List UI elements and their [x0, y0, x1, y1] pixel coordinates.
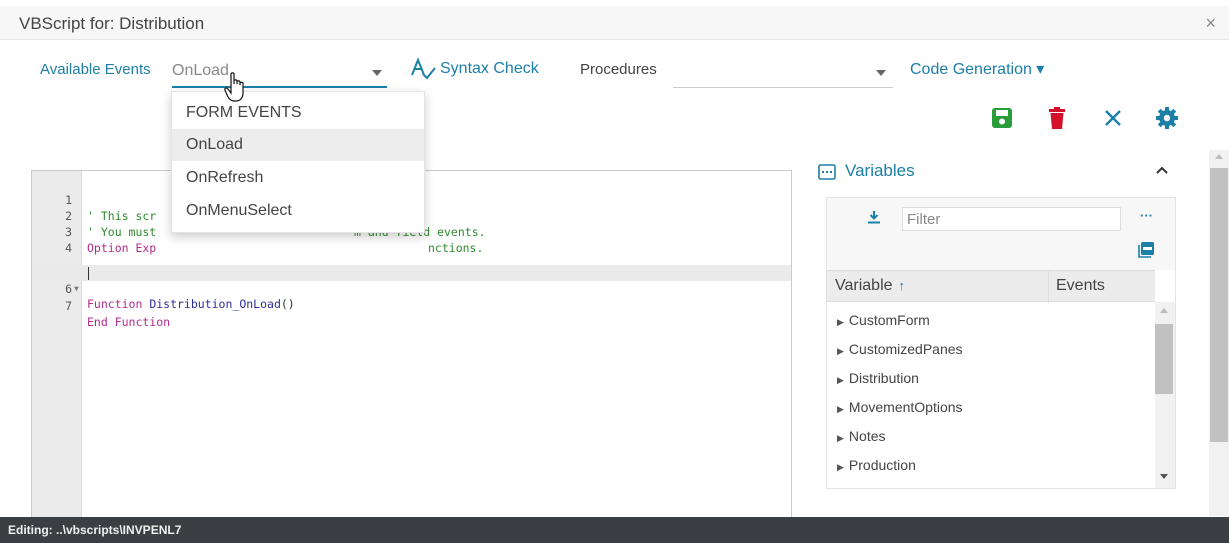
variable-row[interactable]: ▶ CustomizedPanes	[827, 335, 1155, 364]
expand-icon: ▶	[837, 433, 844, 443]
code-line[interactable]: 5 ▾ Function Distribution_OnLoad()	[32, 248, 791, 311]
code-text: End Function	[87, 315, 171, 329]
expand-icon: ▶	[837, 317, 844, 327]
delete-icon[interactable]	[1045, 106, 1069, 130]
syntax-check-button[interactable]: Syntax Check	[410, 57, 539, 81]
filter-input[interactable]	[902, 207, 1121, 231]
more-options-icon[interactable]: ···	[1140, 209, 1156, 222]
expand-icon: ▶	[837, 462, 844, 472]
variable-row[interactable]: ▶ Production	[827, 451, 1155, 480]
syntax-check-label: Syntax Check	[440, 60, 539, 78]
download-icon[interactable]	[867, 210, 881, 224]
procedures-label: Procedures	[580, 61, 657, 78]
available-events-value: OnLoad	[172, 62, 229, 79]
variables-scroll-thumb[interactable]	[1155, 324, 1173, 394]
code-generation-menu[interactable]: Code Generation ▾	[910, 59, 1044, 79]
expand-icon: ▶	[837, 346, 844, 356]
spellcheck-icon	[411, 57, 436, 80]
chevron-down-icon	[372, 70, 382, 76]
line-number: 7	[65, 299, 72, 313]
procedures-select[interactable]	[673, 58, 893, 88]
column-header-variable[interactable]: Variable ↑	[827, 271, 1049, 303]
variables-panel: ··· Variable↑ Events ▶CustomForm ▶Custom…	[826, 197, 1176, 489]
scroll-up-icon[interactable]	[1160, 308, 1168, 313]
status-text: Editing: ..\vbscripts\INVPENL7	[8, 523, 182, 537]
variables-title: Variables	[845, 161, 915, 180]
code-line-active[interactable]: 6	[32, 265, 791, 296]
dialog-scrollbar[interactable]	[1209, 150, 1229, 516]
dialog-title: VBScript for: Distribution	[19, 14, 205, 33]
dropdown-item-onload[interactable]: OnLoad	[172, 129, 424, 161]
sort-ascending-icon: ↑	[898, 278, 906, 293]
chevron-down-icon	[876, 70, 886, 76]
events-dropdown-menu: FORM EVENTS OnLoad OnRefresh OnMenuSelec…	[171, 91, 425, 233]
variable-row[interactable]: ▶ CustomForm	[827, 306, 1155, 335]
status-bar: Editing: ..\vbscripts\INVPENL7	[0, 517, 1229, 543]
variables-scrollbar[interactable]	[1155, 302, 1175, 488]
variable-row[interactable]: ▶ Distribution	[827, 364, 1155, 393]
pdf-icon[interactable]	[1138, 241, 1155, 258]
dropdown-item-onmenuselect[interactable]: OnMenuSelect	[172, 195, 424, 227]
column-header-events[interactable]: Events	[1049, 271, 1155, 303]
scroll-up-icon[interactable]	[1215, 154, 1223, 159]
save-icon[interactable]	[990, 106, 1014, 130]
dialog-scroll-thumb[interactable]	[1210, 168, 1228, 442]
scroll-down-icon[interactable]	[1160, 474, 1168, 479]
text-cursor	[88, 267, 89, 280]
variables-toolbar: ···	[827, 198, 1175, 270]
variables-header[interactable]: Variables	[818, 160, 1180, 186]
hand-cursor-icon	[224, 72, 244, 102]
variable-row[interactable]: ▶ MovementOptions	[827, 393, 1155, 422]
expand-icon: ▶	[837, 375, 844, 385]
code-line[interactable]: 7 End Function	[32, 282, 791, 329]
dialog-titlebar: VBScript for: Distribution ×	[0, 6, 1229, 40]
settings-icon[interactable]	[1155, 106, 1179, 130]
available-events-label: Available Events	[40, 61, 151, 78]
dialog-close-button[interactable]: ×	[1205, 13, 1216, 34]
close-icon[interactable]	[1101, 106, 1125, 130]
chevron-up-icon[interactable]	[1155, 164, 1169, 176]
available-events-select[interactable]: OnLoad	[172, 58, 387, 88]
dropdown-group-header: FORM EVENTS	[186, 104, 302, 121]
variable-row[interactable]: ▶ Notes	[827, 422, 1155, 451]
variables-icon	[818, 164, 836, 180]
variables-column-header: Variable ↑ Events	[827, 270, 1155, 303]
vbscript-dialog: VBScript for: Distribution × Available E…	[0, 0, 1229, 543]
code-text: Function Distribution_OnLoad()	[87, 297, 295, 311]
dropdown-item-onrefresh[interactable]: OnRefresh	[172, 162, 424, 194]
expand-icon: ▶	[837, 404, 844, 414]
